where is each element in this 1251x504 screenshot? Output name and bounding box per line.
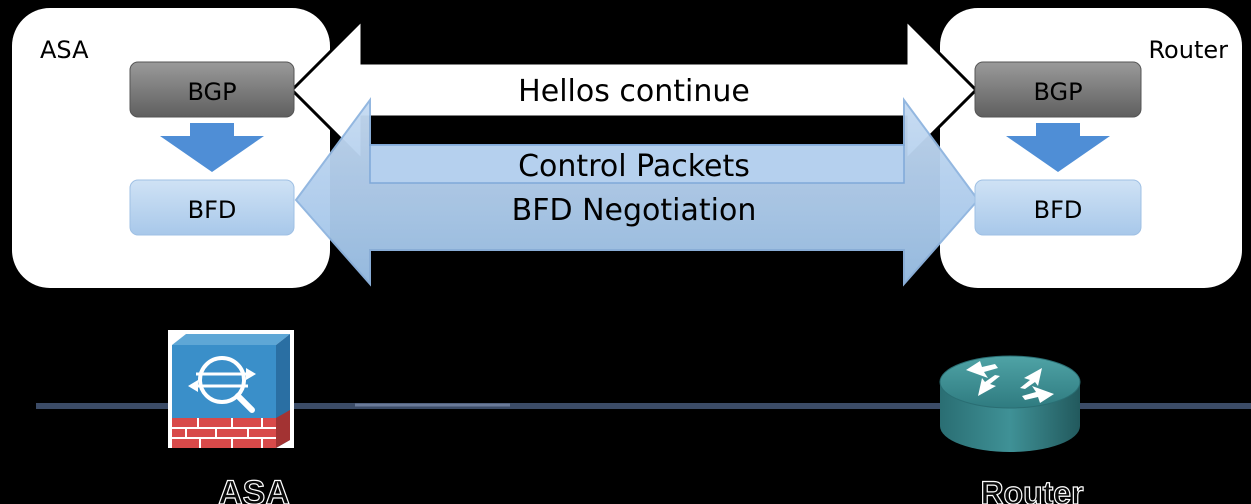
bfd-diagram: Hellos continue Control Packets BFD Nego… — [12, 8, 1251, 504]
bfd-negotiation-label: BFD Negotiation — [512, 193, 757, 228]
hellos-label: Hellos continue — [518, 74, 750, 109]
router-icon — [939, 355, 1081, 452]
router-bfd-label: BFD — [1034, 196, 1083, 224]
control-packets-label: Control Packets — [518, 149, 750, 184]
asa-bfd-label: BFD — [188, 196, 237, 224]
asa-device-label: ASA — [218, 474, 290, 504]
asa-bgp-label: BGP — [187, 78, 236, 106]
router-device-label: Router — [980, 475, 1083, 504]
bfd-negotiation-arrow — [294, 96, 980, 287]
router-bgp-label: BGP — [1033, 78, 1082, 106]
router-panel-label: Router — [1148, 36, 1228, 64]
firewall-icon — [168, 330, 294, 448]
asa-panel-label: ASA — [40, 36, 89, 64]
